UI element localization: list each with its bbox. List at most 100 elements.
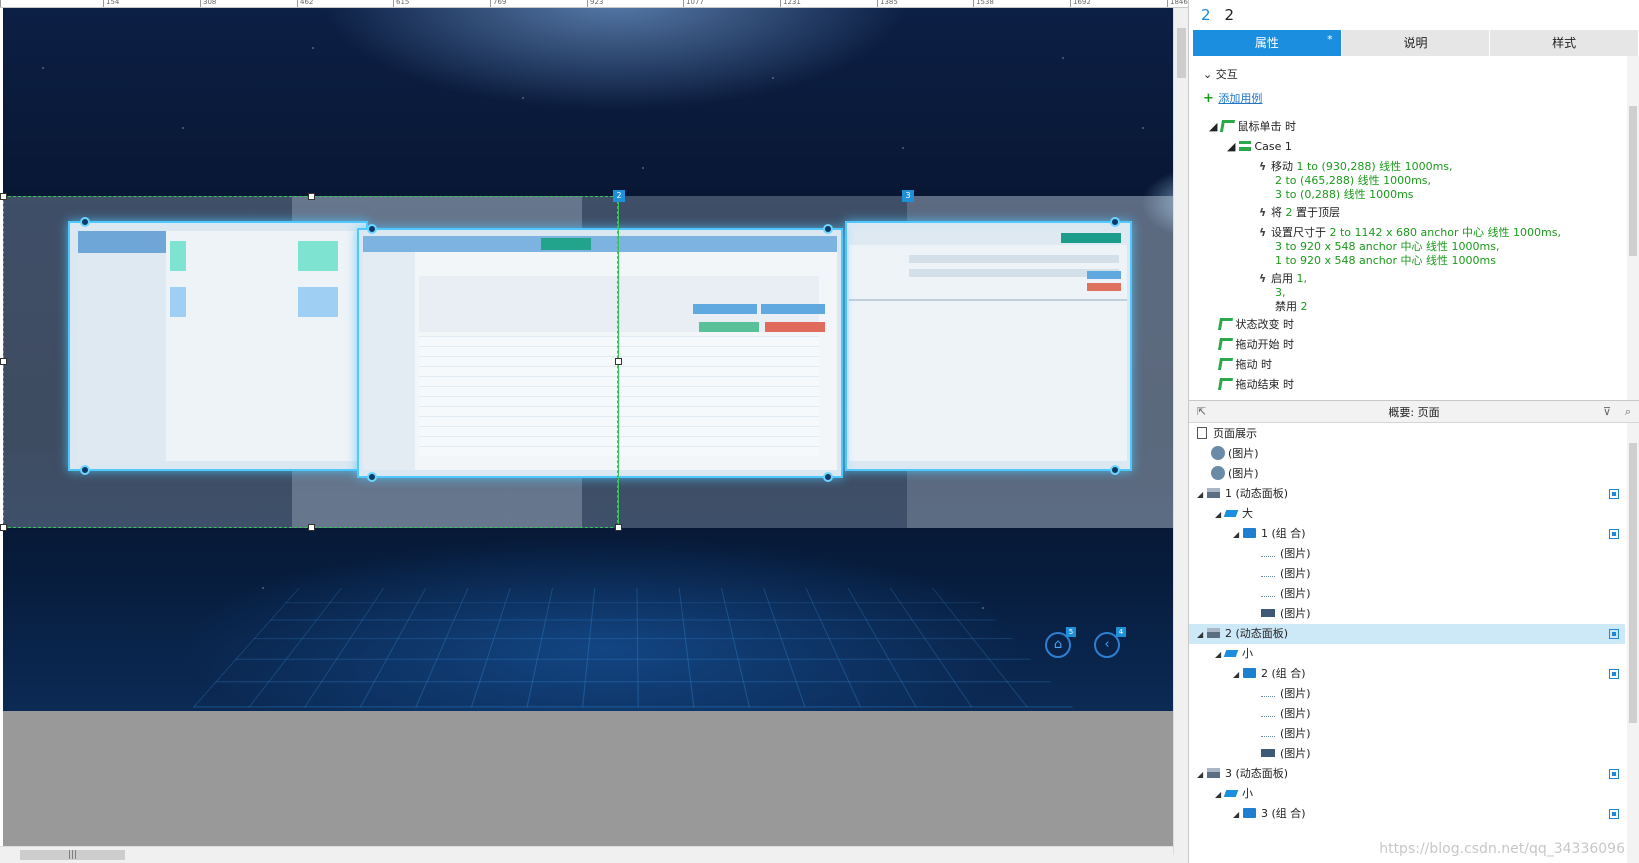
- interactions-section[interactable]: ⌄ 交互: [1203, 68, 1238, 82]
- folder-icon: [1243, 808, 1256, 818]
- tree-item[interactable]: (图片): [1189, 724, 1625, 744]
- tab-style[interactable]: 样式: [1490, 30, 1639, 56]
- expand-icon: ◢: [1233, 530, 1240, 539]
- widget-title: 2 2: [1189, 0, 1639, 30]
- tree-item-page[interactable]: 页面展示: [1189, 424, 1625, 444]
- action-enable[interactable]: ϟ 启用 1,: [1259, 272, 1307, 286]
- widget-id[interactable]: 2: [1201, 6, 1211, 24]
- tree-item-group[interactable]: ◢ 1 (组 合): [1189, 524, 1625, 544]
- dynamic-panel-icon: [1207, 768, 1220, 778]
- dynamic-panel-3[interactable]: [845, 217, 1132, 475]
- inspector-tabs: 属性 * 说明 样式: [1193, 30, 1639, 56]
- tree-item[interactable]: (图片): [1189, 564, 1625, 584]
- tree-label: (图片): [1280, 567, 1311, 580]
- scroll-thumb[interactable]: [1629, 443, 1637, 723]
- scroll-thumb[interactable]: [1177, 28, 1186, 78]
- resize-handle[interactable]: [308, 524, 315, 531]
- design-canvas[interactable]: 2 3 ⌂ 5 ‹ 4: [0, 8, 1230, 855]
- tree-item[interactable]: (图片): [1189, 444, 1625, 464]
- resize-handle[interactable]: [615, 524, 622, 531]
- add-case-label: 添加用例: [1218, 92, 1263, 105]
- image-icon: [1261, 690, 1275, 697]
- tree-item-panel-1[interactable]: ◢ 1 (动态面板): [1189, 484, 1625, 504]
- visibility-checkbox[interactable]: [1609, 769, 1619, 779]
- widget-name[interactable]: 2: [1225, 6, 1235, 24]
- section-label: 交互: [1215, 68, 1238, 81]
- widget-marker[interactable]: 3: [902, 190, 914, 202]
- tree-item[interactable]: (图片): [1189, 744, 1625, 764]
- tree-item-state[interactable]: ◢ 大: [1189, 504, 1625, 524]
- tree-item[interactable]: (图片): [1189, 584, 1625, 604]
- state-icon: [1223, 790, 1239, 797]
- image-icon: [1261, 570, 1275, 577]
- ruler-tick: [0, 0, 1, 7]
- image-icon: [1261, 710, 1275, 717]
- watermark: https://blog.csdn.net/qq_34336096: [1379, 841, 1625, 857]
- tree-item-group[interactable]: ◢ 2 (组 合): [1189, 664, 1625, 684]
- tree-label: 1 (动态面板): [1225, 487, 1289, 500]
- folder-icon: [1243, 668, 1256, 678]
- scroll-thumb[interactable]: [1629, 106, 1637, 256]
- tree-label: (图片): [1280, 587, 1311, 600]
- ruler-tick: [490, 0, 491, 7]
- page-icon: [1197, 427, 1207, 439]
- add-case-link[interactable]: + 添加用例: [1203, 92, 1262, 106]
- event-icon: [1219, 318, 1232, 330]
- resize-handle[interactable]: [0, 358, 7, 365]
- action-resize[interactable]: ϟ 设置尺寸于 2 to 1142 x 680 anchor 中心 线性 1000…: [1259, 226, 1561, 240]
- event-state-change[interactable]: 状态改变 时: [1219, 318, 1295, 332]
- visibility-checkbox[interactable]: [1609, 809, 1619, 819]
- lightning-icon: ϟ: [1259, 272, 1267, 285]
- case-item[interactable]: ◢ Case 1: [1227, 140, 1292, 154]
- tree-item[interactable]: (图片): [1189, 604, 1625, 624]
- visibility-checkbox[interactable]: [1609, 669, 1619, 679]
- tree-item[interactable]: (图片): [1189, 464, 1625, 484]
- tree-item-state[interactable]: ◢ 小: [1189, 644, 1625, 664]
- action-label: 禁用: [1275, 300, 1297, 313]
- tree-item-panel-2[interactable]: ◢ 2 (动态面板): [1189, 624, 1625, 644]
- resize-handle[interactable]: [308, 193, 315, 200]
- scroll-thumb[interactable]: |||: [20, 850, 125, 860]
- canvas-vertical-scrollbar[interactable]: [1173, 8, 1188, 855]
- visibility-checkbox[interactable]: [1609, 629, 1619, 639]
- event-onclick[interactable]: ◢ 鼠标单击 时: [1209, 120, 1296, 134]
- resize-handle[interactable]: [0, 193, 7, 200]
- action-detail: 1,: [1296, 272, 1308, 285]
- expand-icon: ◢: [1197, 490, 1204, 499]
- action-detail: 2 to (465,288) 线性 1000ms,: [1275, 174, 1432, 187]
- search-icon[interactable]: ⌕: [1625, 405, 1631, 419]
- mini-button: [693, 304, 757, 314]
- props-scrollbar[interactable]: [1627, 56, 1639, 400]
- widget-marker[interactable]: 2: [613, 190, 625, 202]
- ruler-label: 1538: [976, 0, 994, 6]
- ruler-tick: [1167, 0, 1168, 7]
- tree-item[interactable]: (图片): [1189, 684, 1625, 704]
- visibility-checkbox[interactable]: [1609, 489, 1619, 499]
- outline-scrollbar[interactable]: [1627, 423, 1639, 863]
- action-disable[interactable]: 禁用 2: [1275, 300, 1308, 314]
- tree-item-state[interactable]: ◢ 小: [1189, 784, 1625, 804]
- filter-icon[interactable]: ⊽: [1603, 405, 1611, 418]
- event-drag-end[interactable]: 拖动结束 时: [1219, 378, 1295, 392]
- resize-handle[interactable]: [615, 358, 622, 365]
- action-move[interactable]: ϟ 移动 1 to (930,288) 线性 1000ms,: [1259, 160, 1453, 174]
- tree-item-group[interactable]: ◢ 3 (组 合): [1189, 804, 1625, 824]
- ruler-label: 308: [203, 0, 217, 6]
- tree-item[interactable]: (图片): [1189, 704, 1625, 724]
- canvas-horizontal-scrollbar[interactable]: |||: [0, 846, 1173, 863]
- mini-field: [909, 255, 1119, 263]
- widget-marker: 4: [1116, 627, 1126, 637]
- visibility-checkbox[interactable]: [1609, 529, 1619, 539]
- ruler-tick: [683, 0, 684, 7]
- event-drag-start[interactable]: 拖动开始 时: [1219, 338, 1295, 352]
- event-drag[interactable]: 拖动 时: [1219, 358, 1273, 372]
- action-detail: 2: [1300, 300, 1308, 313]
- tab-properties[interactable]: 属性 *: [1193, 30, 1342, 56]
- tree-item[interactable]: (图片): [1189, 544, 1625, 564]
- resize-handle[interactable]: [0, 524, 7, 531]
- tree-item-panel-3[interactable]: ◢ 3 (动态面板): [1189, 764, 1625, 784]
- ruler-tick: [1070, 0, 1071, 7]
- action-bring-front[interactable]: ϟ将 2 置于顶层: [1259, 206, 1340, 220]
- tab-notes[interactable]: 说明: [1341, 30, 1491, 56]
- collapse-icon[interactable]: ⇱: [1197, 405, 1206, 418]
